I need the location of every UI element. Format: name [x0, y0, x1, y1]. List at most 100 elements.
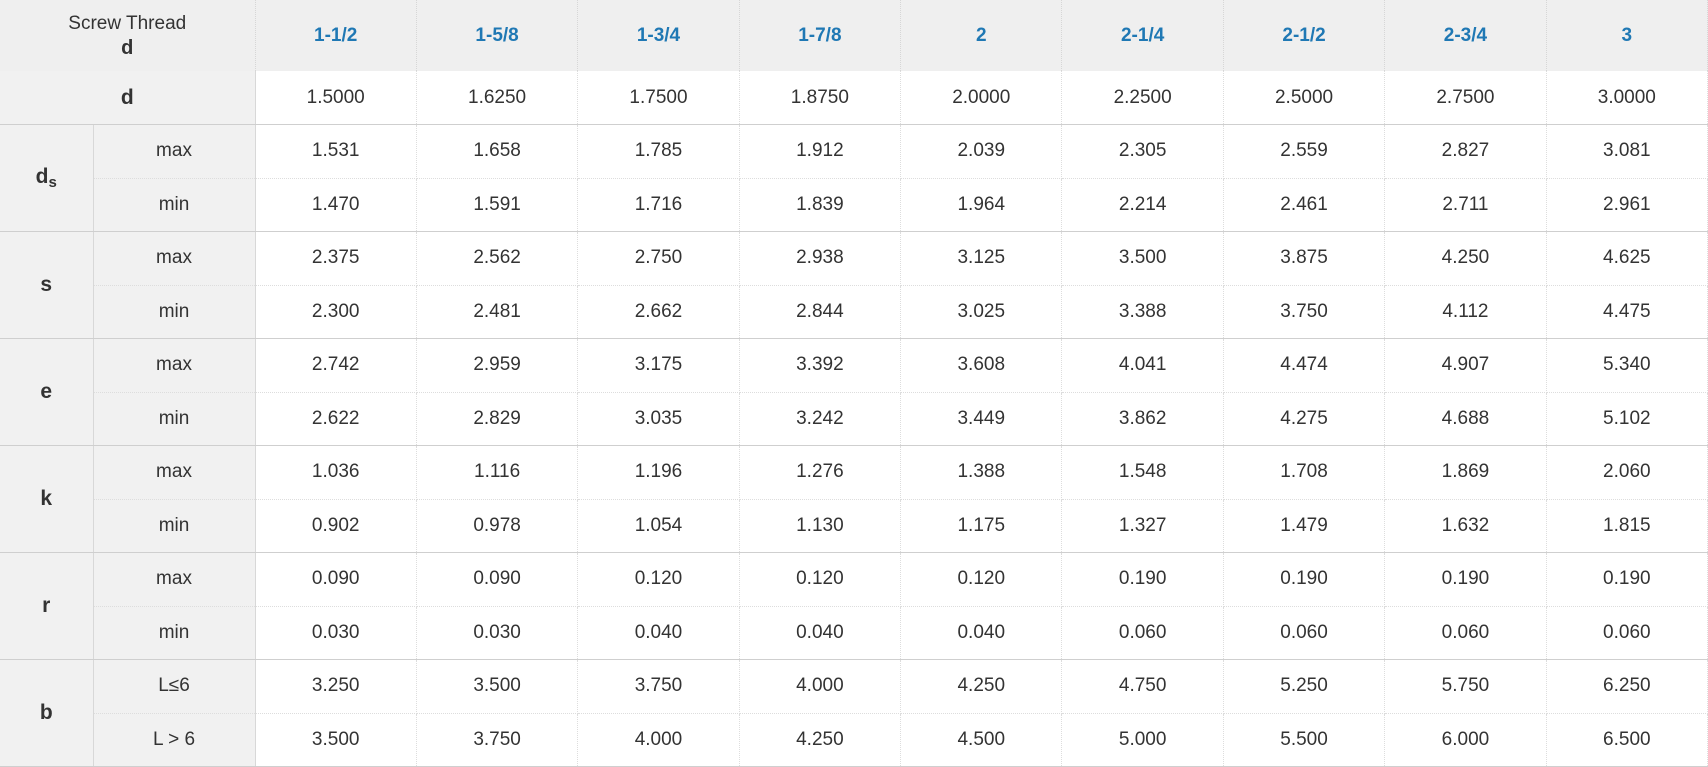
table-cell: 1.116 — [416, 445, 579, 500]
table-cell: 3.608 — [900, 338, 1063, 393]
table-row: e max 2.742 2.959 3.175 3.392 3.608 4.041 4.474 4… — [0, 338, 1708, 446]
sub-label: max — [93, 338, 256, 393]
table-cell: 3.750 — [1223, 285, 1386, 339]
table-cell: 2.711 — [1384, 178, 1547, 232]
table-cell: 1.708 — [1223, 445, 1386, 500]
table-cell: 2.5000 — [1223, 71, 1386, 125]
table-cell: 1.054 — [577, 499, 740, 553]
size-header[interactable]: 2-3/4 — [1384, 0, 1547, 71]
table-row: L > 6 3.500 3.750 4.000 4.250 4.500 5.000 5.500… — [0, 713, 1708, 767]
group-label: e — [0, 338, 94, 446]
table-cell: 1.479 — [1223, 499, 1386, 553]
table-row: min 2.300 2.481 2.662 2.844 3.025 3.388 3.750 4.… — [0, 285, 1708, 339]
size-header[interactable]: 2 — [900, 0, 1063, 71]
table-cell: 3.035 — [577, 392, 740, 446]
group-label-subscript: s — [48, 174, 57, 191]
table-cell: 4.688 — [1384, 392, 1547, 446]
row-label-d: d — [0, 71, 256, 125]
table-cell: 0.120 — [900, 552, 1063, 607]
sub-label: min — [93, 499, 256, 553]
table-cell: 3.875 — [1223, 231, 1386, 286]
table-row: min 1.470 1.591 1.716 1.839 1.964 2.214 2.461 2.… — [0, 178, 1708, 232]
table-cell: 3.500 — [1061, 231, 1224, 286]
table-cell: 3.862 — [1061, 392, 1224, 446]
table-cell: 5.250 — [1223, 659, 1386, 714]
table-cell: 0.978 — [416, 499, 579, 553]
table-row-d: d 1.5000 1.6250 1.7500 1.8750 2.0000 2.2… — [0, 71, 1708, 125]
table-cell: 0.190 — [1061, 552, 1224, 607]
table-cell: 4.250 — [739, 713, 902, 767]
table-cell: 2.461 — [1223, 178, 1386, 232]
table-cell: 0.060 — [1061, 606, 1224, 660]
table-cell: 3.125 — [900, 231, 1063, 286]
table-cell: 1.7500 — [577, 71, 740, 125]
sub-label: L > 6 — [93, 713, 256, 767]
table-cell: 1.815 — [1546, 499, 1708, 553]
table-cell: 1.912 — [739, 124, 902, 179]
table-cell: 3.250 — [255, 659, 417, 714]
table-row: k max 1.036 1.116 1.196 1.276 1.388 1.548 1.708 1… — [0, 445, 1708, 553]
table-row: min 0.902 0.978 1.054 1.130 1.175 1.327 1.479 1.… — [0, 499, 1708, 553]
table-cell: 2.7500 — [1384, 71, 1547, 125]
sub-label: max — [93, 445, 256, 500]
table-cell: 1.388 — [900, 445, 1063, 500]
table-cell: 3.392 — [739, 338, 902, 393]
table-cell: 4.907 — [1384, 338, 1547, 393]
table-cell: 0.030 — [416, 606, 579, 660]
table-cell: 2.622 — [255, 392, 417, 446]
table-cell: 4.041 — [1061, 338, 1224, 393]
table-cell: 0.090 — [416, 552, 579, 607]
table-cell: 1.8750 — [739, 71, 902, 125]
sub-label: min — [93, 178, 256, 232]
size-header[interactable]: 1-7/8 — [739, 0, 902, 71]
table-cell: 0.040 — [900, 606, 1063, 660]
table-cell: 2.844 — [739, 285, 902, 339]
table-cell: 2.662 — [577, 285, 740, 339]
group-label: b — [0, 659, 94, 767]
table-cell: 0.040 — [739, 606, 902, 660]
table-cell: 2.562 — [416, 231, 579, 286]
table-row: min 2.622 2.829 3.035 3.242 3.449 3.862 4.275 4.… — [0, 392, 1708, 446]
table-cell: 1.6250 — [416, 71, 579, 125]
group-label: r — [0, 552, 94, 660]
size-header[interactable]: 1-3/4 — [577, 0, 740, 71]
table-cell: 4.474 — [1223, 338, 1386, 393]
table-cell: 3.0000 — [1546, 71, 1708, 125]
table-cell: 1.591 — [416, 178, 579, 232]
group-label: ds — [0, 124, 94, 232]
table-cell: 5.000 — [1061, 713, 1224, 767]
size-header[interactable]: 1-5/8 — [416, 0, 579, 71]
size-header[interactable]: 2-1/4 — [1061, 0, 1224, 71]
table-cell: 2.305 — [1061, 124, 1224, 179]
table-cell: 4.000 — [577, 713, 740, 767]
table-row: min 0.030 0.030 0.040 0.040 0.040 0.060 0.060 0.… — [0, 606, 1708, 660]
table-cell: 3.750 — [577, 659, 740, 714]
group-label-text: s — [40, 273, 53, 296]
table-cell: 1.716 — [577, 178, 740, 232]
size-header[interactable]: 1-1/2 — [255, 0, 417, 71]
sub-label: L≤6 — [93, 659, 256, 714]
table-cell: 4.000 — [739, 659, 902, 714]
corner-header: Screw Thread d — [0, 0, 256, 71]
table-cell: 2.481 — [416, 285, 579, 339]
table-cell: 4.625 — [1546, 231, 1708, 286]
table-cell: 1.327 — [1061, 499, 1224, 553]
table-cell: 5.750 — [1384, 659, 1547, 714]
size-header[interactable]: 3 — [1546, 0, 1708, 71]
table-cell: 1.548 — [1061, 445, 1224, 500]
group-label-text: d — [35, 165, 49, 188]
table-cell: 2.961 — [1546, 178, 1708, 232]
table-cell: 3.025 — [900, 285, 1063, 339]
table-cell: 1.470 — [255, 178, 417, 232]
table-cell: 0.060 — [1223, 606, 1386, 660]
table-cell: 2.214 — [1061, 178, 1224, 232]
table-cell: 2.060 — [1546, 445, 1708, 500]
table-cell: 3.081 — [1546, 124, 1708, 179]
table-cell: 2.039 — [900, 124, 1063, 179]
corner-symbol: d — [121, 36, 134, 59]
table-cell: 1.5000 — [255, 71, 417, 125]
table-cell: 0.030 — [255, 606, 417, 660]
table-cell: 4.112 — [1384, 285, 1547, 339]
sub-label: min — [93, 606, 256, 660]
size-header[interactable]: 2-1/2 — [1223, 0, 1386, 71]
